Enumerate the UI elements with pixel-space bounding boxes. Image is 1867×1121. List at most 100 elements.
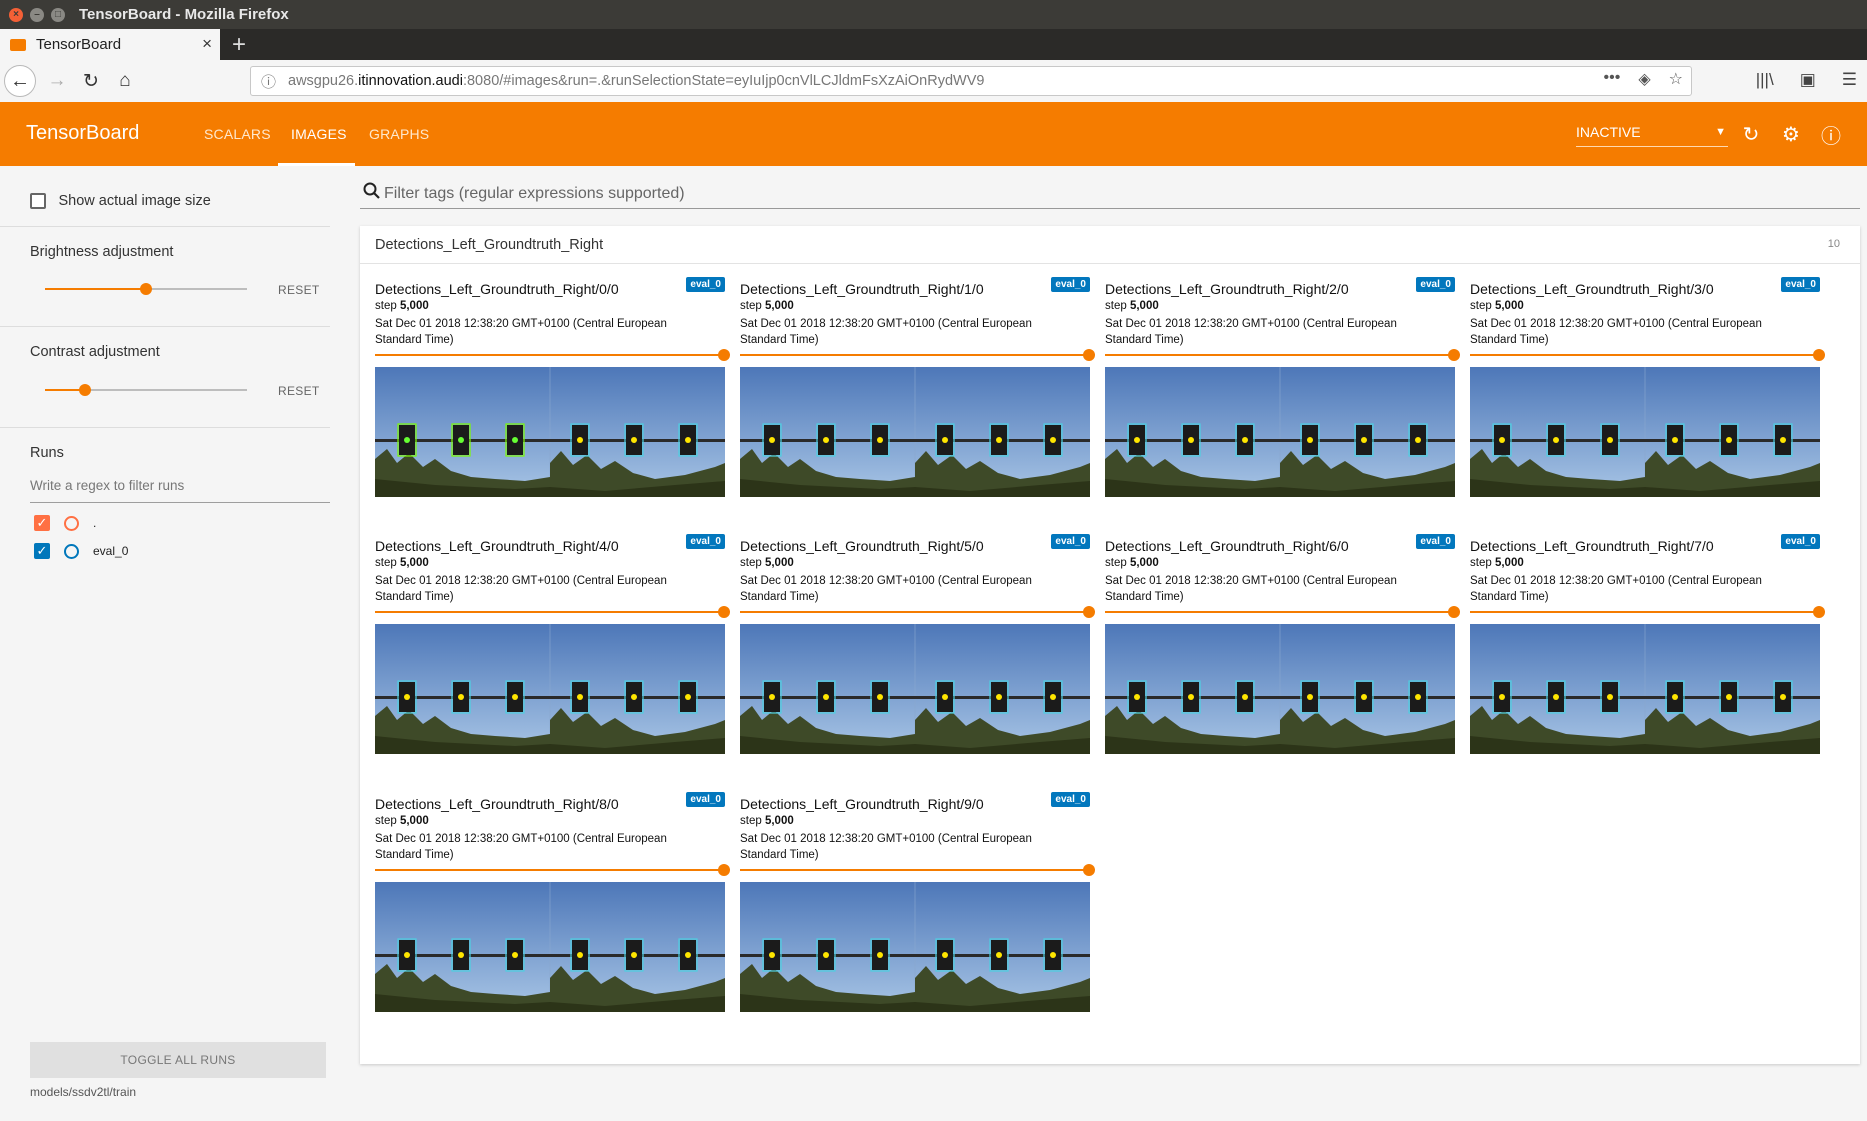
window-close-button[interactable]: × [9,7,23,22]
detection-image[interactable] [1105,624,1455,754]
run-badge: eval_0 [1416,277,1455,292]
step-slider-knob[interactable] [1448,606,1460,618]
step-slider-knob[interactable] [1448,349,1460,361]
image-card-step: step 5,000 [375,815,429,827]
inactive-dashboards-select[interactable]: INACTIVE ▼ [1576,124,1728,147]
library-icon[interactable]: |||\ [1756,70,1774,90]
step-slider[interactable] [1105,606,1460,618]
forward-icon[interactable]: → [44,68,70,94]
pocket-icon[interactable]: ◈ [1638,69,1650,89]
tab-images[interactable]: IMAGES [291,126,347,142]
contrast-slider-knob[interactable] [79,384,92,396]
window-title: TensorBoard - Mozilla Firefox [79,6,289,23]
step-slider[interactable] [375,349,730,361]
runs-filter-input[interactable]: Write a regex to filter runs [30,478,330,503]
detection-image[interactable] [1470,367,1820,497]
home-icon[interactable]: ⌂ [112,68,138,94]
detection-image[interactable] [375,624,725,754]
step-slider[interactable] [1470,349,1825,361]
detection-image[interactable] [740,367,1090,497]
step-slider[interactable] [740,606,1095,618]
url-bar[interactable]: ⓘ awsgpu26.itinnovation.audi:8080/#image… [250,66,1692,96]
sidebar: Show actual image size Brightness adjust… [0,166,355,1121]
traffic-light [1665,680,1685,714]
step-slider-knob[interactable] [1083,349,1095,361]
step-slider-knob[interactable] [718,864,730,876]
help-icon[interactable]: ⓘ [1819,122,1843,148]
step-slider-knob[interactable] [1083,606,1095,618]
traffic-light [451,680,471,714]
run-checkbox[interactable]: ✓ [34,543,50,559]
traffic-light [870,680,890,714]
traffic-light [1546,423,1566,457]
traffic-light [816,680,836,714]
brightness-slider-knob[interactable] [140,283,152,295]
tab-close-icon[interactable]: × [202,34,212,54]
tag-filter-input[interactable]: Filter tags (regular expressions support… [384,185,685,203]
step-slider-knob[interactable] [718,349,730,361]
page-actions-icon[interactable]: ••• [1604,69,1621,89]
show-actual-size-row[interactable]: Show actual image size [30,192,211,210]
traffic-light [1354,423,1374,457]
detection-image[interactable] [740,624,1090,754]
step-slider[interactable] [740,349,1095,361]
image-card-timestamp: Sat Dec 01 2018 12:38:20 GMT+0100 (Centr… [1105,318,1397,346]
image-card: Detections_Left_Groundtruth_Right/8/0 ev… [375,784,730,1029]
step-slider-knob[interactable] [718,606,730,618]
traffic-light [451,938,471,972]
traffic-light [1235,423,1255,457]
image-card-timestamp: Sat Dec 01 2018 12:38:20 GMT+0100 (Centr… [1470,575,1762,603]
image-card-title: Detections_Left_Groundtruth_Right/1/0 [740,281,984,297]
step-slider[interactable] [375,606,730,618]
refresh-icon[interactable]: ↻ [1739,122,1763,146]
run-color-swatch[interactable] [64,515,79,531]
contrast-slider[interactable] [45,384,247,396]
toggle-all-runs-button[interactable]: TOGGLE ALL RUNS [30,1042,326,1078]
detection-image[interactable] [375,367,725,497]
browser-tab[interactable]: TensorBoard × [0,29,220,60]
image-card-title: Detections_Left_Groundtruth_Right/8/0 [375,796,619,812]
new-tab-icon[interactable]: + [232,29,246,60]
step-slider[interactable] [740,864,1095,876]
tag-filter-row[interactable]: Filter tags (regular expressions support… [360,180,1860,209]
window-maximize-button[interactable]: □ [51,7,65,22]
image-card: Detections_Left_Groundtruth_Right/6/0 ev… [1105,526,1460,771]
run-item[interactable]: ✓ . [34,515,96,531]
sidebar-toggle-icon[interactable]: ▣ [1800,70,1816,90]
run-badge: eval_0 [1051,792,1090,807]
brightness-reset-button[interactable]: RESET [278,283,320,297]
show-actual-size-checkbox[interactable] [30,192,46,209]
run-checkbox[interactable]: ✓ [34,515,50,531]
traffic-light [505,680,525,714]
step-slider[interactable] [1470,606,1825,618]
reload-icon[interactable]: ↻ [78,68,104,94]
image-card-step: step 5,000 [375,557,429,569]
image-group-header[interactable]: Detections_Left_Groundtruth_Right 10 [360,226,1860,264]
menu-icon[interactable]: ☰ [1842,70,1857,90]
tab-graphs[interactable]: GRAPHS [369,126,429,142]
detection-image[interactable] [1470,624,1820,754]
bookmark-star-icon[interactable]: ☆ [1669,69,1683,89]
detection-image[interactable] [1105,367,1455,497]
settings-gear-icon[interactable]: ⚙ [1779,122,1803,146]
step-slider-knob[interactable] [1813,349,1825,361]
site-info-icon[interactable]: ⓘ [261,71,276,92]
step-slider-knob[interactable] [1083,864,1095,876]
detection-image[interactable] [375,882,725,1012]
step-slider[interactable] [1105,349,1460,361]
image-group-count: 10 [1827,238,1840,250]
run-color-swatch[interactable] [64,543,79,559]
contrast-reset-button[interactable]: RESET [278,384,320,398]
step-slider-knob[interactable] [1813,606,1825,618]
step-slider[interactable] [375,864,730,876]
dropdown-arrow-icon: ▼ [1715,126,1726,138]
detection-image[interactable] [740,882,1090,1012]
tab-scalars[interactable]: SCALARS [204,126,271,142]
run-item[interactable]: ✓ eval_0 [34,543,128,559]
traffic-light [1546,680,1566,714]
traffic-light [1773,680,1793,714]
back-icon[interactable]: ← [4,65,36,97]
brightness-slider[interactable] [45,283,247,295]
window-minimize-button[interactable]: – [30,7,44,22]
image-card-step: step 5,000 [1105,557,1159,569]
